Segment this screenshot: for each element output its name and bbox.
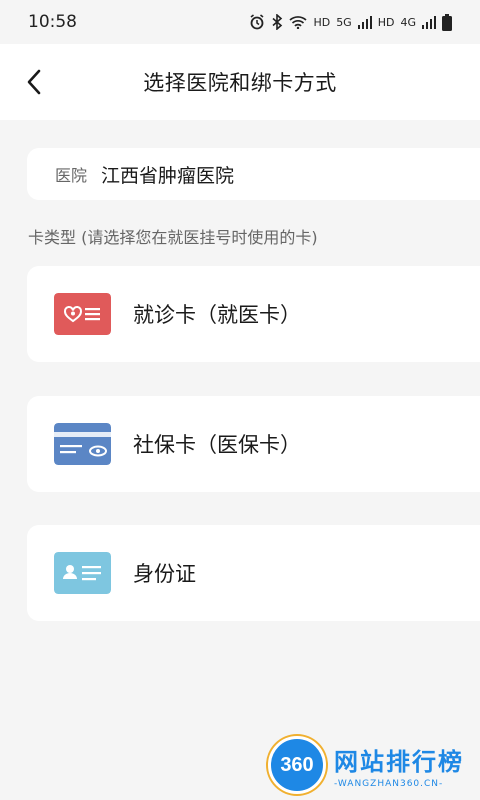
5g-label: 5G bbox=[336, 15, 352, 29]
hospital-value: 江西省肿瘤医院 bbox=[101, 164, 235, 187]
hospital-label: 医院 bbox=[55, 166, 88, 185]
watermark-name: 网站排行榜 bbox=[334, 747, 464, 776]
page-title: 选择医院和绑卡方式 bbox=[143, 71, 337, 95]
status-icons: HD 5G HD 4G bbox=[249, 13, 452, 31]
id-card-icon bbox=[54, 552, 111, 594]
chevron-left-icon bbox=[27, 69, 41, 95]
watermark-logo: 360 bbox=[268, 736, 326, 794]
hd-label-1: HD bbox=[313, 15, 331, 29]
option-medical-card[interactable]: 就诊卡（就医卡） bbox=[27, 266, 480, 362]
medical-card-icon bbox=[54, 293, 111, 335]
nav-bar: 选择医院和绑卡方式 bbox=[0, 44, 480, 120]
card-type-label: 卡类型 (请选择您在就医挂号时使用的卡) bbox=[28, 228, 318, 247]
4g-label: 4G bbox=[400, 15, 416, 29]
alarm-icon bbox=[250, 14, 264, 30]
signal-icon-2 bbox=[422, 16, 436, 29]
status-bar: 10:58 HD 5G HD 4G bbox=[0, 0, 480, 44]
signal-icon-1 bbox=[357, 16, 372, 29]
hospital-field[interactable]: 医院 江西省肿瘤医院 bbox=[27, 148, 480, 200]
social-security-card-icon bbox=[54, 423, 111, 465]
option-social-security-card[interactable]: 社保卡（医保卡） bbox=[27, 396, 480, 492]
option-label: 就诊卡（就医卡） bbox=[133, 303, 301, 327]
battery-icon bbox=[442, 13, 452, 31]
option-label: 社保卡（医保卡） bbox=[133, 433, 301, 457]
watermark: 360 网站排行榜 -WANGZHAN360.CN- bbox=[268, 734, 478, 796]
watermark-logo-text: 360 bbox=[280, 753, 314, 776]
option-label: 身份证 bbox=[133, 562, 196, 586]
watermark-url: -WANGZHAN360.CN- bbox=[334, 778, 444, 789]
watermark-text: 网站排行榜 -WANGZHAN360.CN- bbox=[334, 742, 464, 789]
status-time: 10:58 bbox=[28, 12, 77, 32]
hd-label-2: HD bbox=[377, 15, 395, 29]
bluetooth-icon bbox=[272, 14, 283, 30]
back-button[interactable] bbox=[14, 62, 54, 102]
wifi-icon bbox=[289, 16, 308, 29]
option-id-card[interactable]: 身份证 bbox=[27, 525, 480, 621]
